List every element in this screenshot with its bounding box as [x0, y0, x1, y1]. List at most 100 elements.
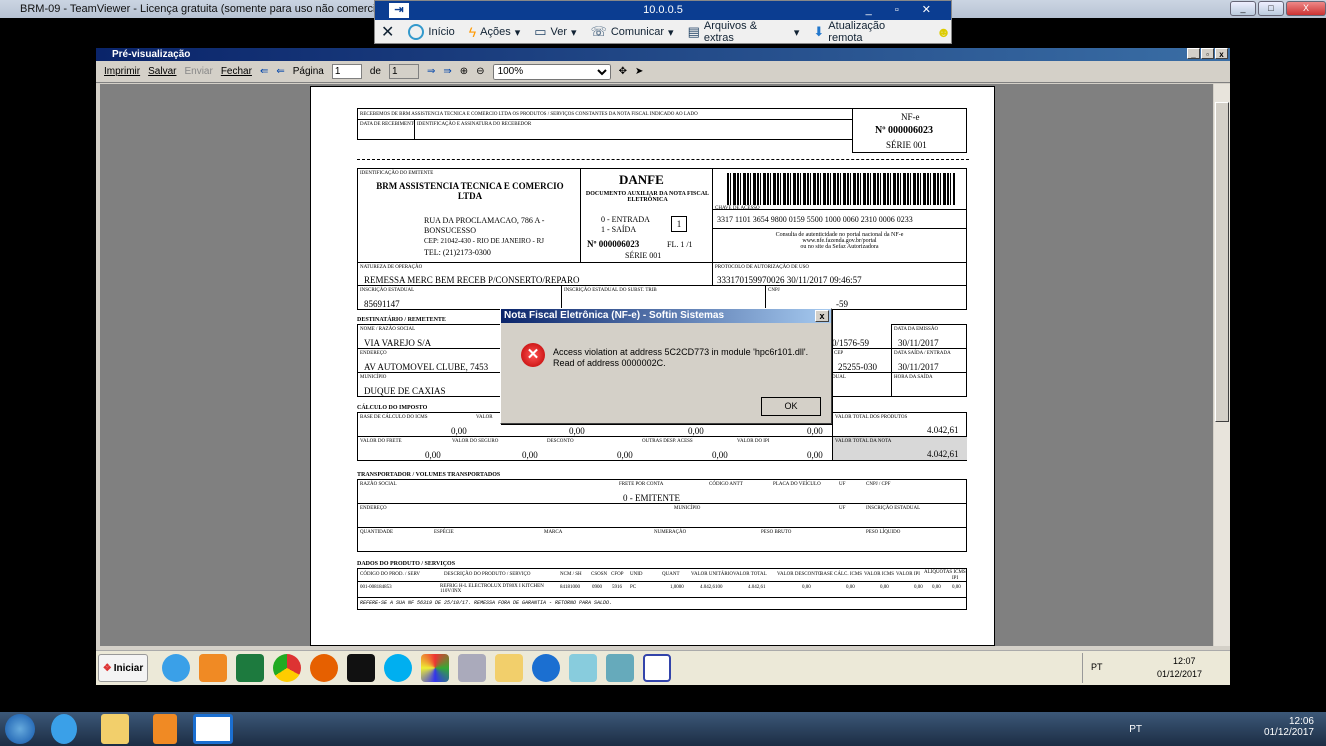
notes-icon[interactable] — [569, 654, 597, 682]
preview-toolbar: Imprimir Salvar Enviar Fechar ⇚ ⇐ Página… — [96, 61, 1230, 83]
dialog-message-line1: Access violation at address 5C2CD773 in … — [553, 347, 809, 357]
monitor-icon: ▭ — [534, 24, 547, 39]
close-button[interactable]: X — [1286, 1, 1326, 16]
prod-h-ncm: NCM / SH — [560, 572, 582, 577]
bc-icms-label: BASE DE CÁLCULO DO ICMS — [360, 415, 428, 420]
prod-aliq-ipi: 0,00 — [952, 585, 961, 590]
transp-row3: QUANTIDADE ESPÉCIE MARCA NUMERAÇÃO PESO … — [357, 527, 967, 552]
frete-value: 0,00 — [425, 450, 441, 460]
explorer-taskbar-icon[interactable] — [101, 714, 129, 744]
frete-conta-value: 0 - EMITENTE — [623, 493, 680, 503]
zoom-select[interactable]: 100% — [492, 63, 611, 80]
zoom-out-icon[interactable]: ⊖ — [476, 66, 484, 77]
total-nota-value: 4.042,61 — [927, 449, 959, 459]
prod-vdesc: 0,00 — [802, 585, 811, 590]
next-page-icon[interactable]: ⇒ — [427, 66, 435, 77]
prev-page-icon[interactable]: ⇐ — [276, 66, 284, 77]
prod-unid: PC — [630, 585, 637, 590]
prod-codigo: 001-008184853 — [360, 585, 392, 590]
prod-h-cfop: CFOP — [611, 572, 624, 577]
power-icon — [408, 24, 425, 40]
apps-grid-icon[interactable] — [421, 654, 449, 682]
skype-icon[interactable] — [384, 654, 412, 682]
print-button[interactable]: Imprimir — [104, 66, 140, 77]
maximize-button[interactable]: □ — [1258, 1, 1284, 16]
seguro-label: VALOR DO SEGURO — [452, 439, 499, 444]
save-button[interactable]: Salvar — [148, 66, 176, 77]
prod-table: CÓDIGO DO PROD. / SERV DESCRIÇÃO DO PROD… — [357, 568, 967, 610]
preview-close-button[interactable]: x — [1215, 48, 1228, 59]
send-button[interactable]: Enviar — [184, 66, 212, 77]
menu-ver[interactable]: ▭ Ver ▾ — [534, 24, 576, 40]
page-input[interactable] — [331, 64, 362, 79]
ie-icon[interactable] — [162, 654, 190, 682]
printer-icon[interactable] — [458, 654, 486, 682]
menu-arquivos[interactable]: ▤ Arquivos & extras ▾ — [688, 20, 800, 44]
ie-taskbar-icon[interactable] — [51, 714, 77, 744]
media-player-icon[interactable] — [199, 654, 227, 682]
control-panel-icon[interactable] — [606, 654, 634, 682]
ok-button[interactable]: OK — [761, 397, 821, 416]
menu-acoes[interactable]: ϟ Ações ▾ — [469, 24, 521, 40]
folder-icon[interactable] — [495, 654, 523, 682]
close-preview-button[interactable]: Fechar — [221, 66, 252, 77]
prod-ncm: 84181000 — [560, 585, 580, 590]
preview-scrollbar[interactable] — [1214, 84, 1230, 646]
window-controls: _ □ X — [1230, 1, 1326, 16]
local-lang[interactable]: PT — [1129, 724, 1142, 735]
remote-tray: PT 12:07 01/12/2017 — [1082, 653, 1228, 683]
cep-value: 25255-030 — [838, 362, 877, 372]
ie-label: INSCRIÇÃO ESTADUAL — [360, 288, 415, 293]
iest-box: INSCRIÇÃO ESTADUAL DO SUBST. TRIB — [561, 285, 766, 310]
media-taskbar-icon[interactable] — [153, 714, 177, 744]
cmd-icon[interactable] — [347, 654, 375, 682]
endereco-value: AV AUTOMOVEL CLUBE, 7453 — [364, 362, 489, 372]
remote-time: 12:07 — [1173, 656, 1196, 666]
preview-minimize-button[interactable]: _ — [1187, 48, 1200, 59]
preview-restore-button[interactable]: ▫ — [1201, 48, 1214, 59]
preview-title: Pré-visualização — [112, 49, 191, 60]
menu-atualizacao[interactable]: ⬇ Atualização remota — [813, 20, 922, 44]
scrollbar-thumb[interactable] — [1215, 102, 1229, 422]
dialog-close-button[interactable]: x — [815, 310, 829, 322]
marca-label: MARCA — [544, 530, 563, 535]
teamviewer-icon[interactable] — [532, 654, 560, 682]
t-ie-label: INSCRIÇÃO ESTADUAL — [866, 506, 921, 511]
firefox-icon[interactable] — [310, 654, 338, 682]
last-page-icon[interactable]: ⇛ — [443, 66, 451, 77]
calc-v4: 0,00 — [807, 426, 823, 436]
menu-inicio[interactable]: Início — [408, 24, 455, 40]
prod-h-vdesc: VALOR DESCONTO — [777, 572, 822, 577]
cnpj-label: CNPJ — [768, 288, 780, 293]
windows-start-icon[interactable] — [5, 714, 35, 744]
emitente-addr1: RUA DA PROCLAMACAO, 786 A - — [424, 216, 545, 225]
pointer-icon[interactable]: ➤ — [635, 66, 643, 77]
close-session-icon[interactable]: ✕ — [381, 22, 394, 42]
first-page-icon[interactable]: ⇚ — [260, 66, 268, 77]
natureza-value: REMESSA MERC BEM RECEB P/CONSERTO/REPARO — [364, 275, 580, 285]
cnpj-box: CNPJ -59 — [765, 285, 967, 310]
hora-box: HORA DA SAÍDA — [891, 372, 967, 397]
panel-window-controls[interactable]: _ ▫ ✕ — [866, 1, 941, 20]
danfe-box: DANFE DOCUMENTO AUXILIAR DA NOTA FISCAL … — [580, 168, 713, 263]
saida-box: DATA SAÍDA / ENTRADA 30/11/2017 — [891, 348, 967, 373]
local-time: 12:06 — [1288, 716, 1314, 727]
menu-comunicar[interactable]: ☏ Comunicar ▾ — [591, 24, 674, 40]
danfe-subtitle: DOCUMENTO AUXILIAR DA NOTA FISCAL ELETRÔ… — [585, 191, 710, 203]
emitente-addr2: BONSUCESSO — [424, 226, 477, 235]
smiley-icon[interactable]: ☻ — [936, 24, 951, 40]
minimize-button[interactable]: _ — [1230, 1, 1256, 16]
zoom-in-icon[interactable]: ⊕ — [460, 66, 468, 77]
estadual-tail: DUAL — [832, 375, 846, 380]
softin-icon[interactable] — [643, 654, 671, 682]
dest-cnpj: 0/1576-59 — [832, 338, 869, 348]
collapse-icon[interactable]: ⇥ — [389, 3, 409, 18]
chrome-icon[interactable] — [273, 654, 301, 682]
remote-lang[interactable]: PT — [1091, 662, 1103, 672]
teamviewer-taskbar-icon[interactable] — [193, 714, 233, 744]
pan-icon[interactable]: ✥ — [619, 66, 627, 77]
start-button[interactable]: ❖ Iniciar — [98, 654, 148, 682]
frete-label: VALOR DO FRETE — [360, 439, 402, 444]
uf-label: UF — [839, 482, 846, 487]
excel-icon[interactable] — [236, 654, 264, 682]
